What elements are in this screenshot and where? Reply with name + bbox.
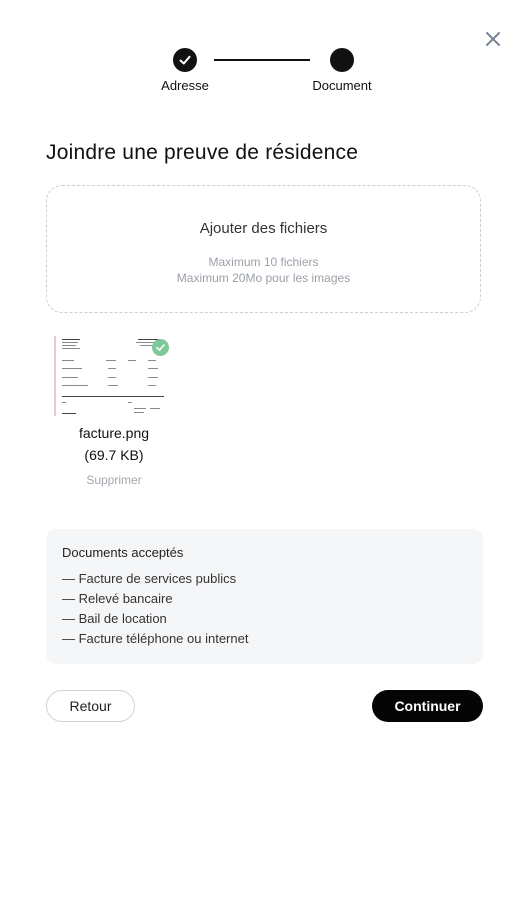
accepted-documents-panel: Documents acceptés — Facture de services… [46, 529, 483, 664]
continue-button[interactable]: Continuer [372, 690, 483, 722]
file-name: facture.png [78, 425, 150, 441]
file-dropzone[interactable]: Ajouter des fichiers Maximum 10 fichiers… [46, 185, 481, 313]
accepted-document-item: — Facture de services publics [62, 571, 237, 586]
file-thumbnail [54, 336, 168, 416]
step-connector [214, 59, 310, 61]
check-icon [179, 55, 191, 65]
dropzone-title: Ajouter des fichiers [199, 220, 328, 237]
accepted-document-item: — Bail de location [62, 611, 167, 626]
dropzone-hint-max-files: Maximum 10 fichiers [208, 255, 319, 269]
step-document-indicator [330, 48, 354, 72]
back-button[interactable]: Retour [46, 690, 135, 722]
step-adresse-label: Adresse [161, 78, 209, 93]
accepted-document-item: — Facture téléphone ou internet [62, 631, 249, 646]
dropzone-hint-max-size: Maximum 20Mo pour les images [176, 271, 351, 285]
accepted-document-item: — Relevé bancaire [62, 591, 173, 606]
progress-stepper: Adresse Document [0, 0, 523, 100]
upload-success-badge [152, 339, 169, 356]
check-icon [156, 344, 165, 351]
step-document-label: Document [312, 78, 372, 93]
file-size: (69.7 KB) [84, 447, 144, 463]
page-title: Joindre une preuve de résidence [46, 141, 359, 164]
step-adresse-indicator [173, 48, 197, 72]
delete-file-link[interactable]: Supprimer [46, 473, 182, 487]
uploaded-file-card: facture.png (69.7 KB) Supprimer [46, 333, 182, 493]
accepted-documents-title: Documents acceptés [62, 545, 184, 560]
